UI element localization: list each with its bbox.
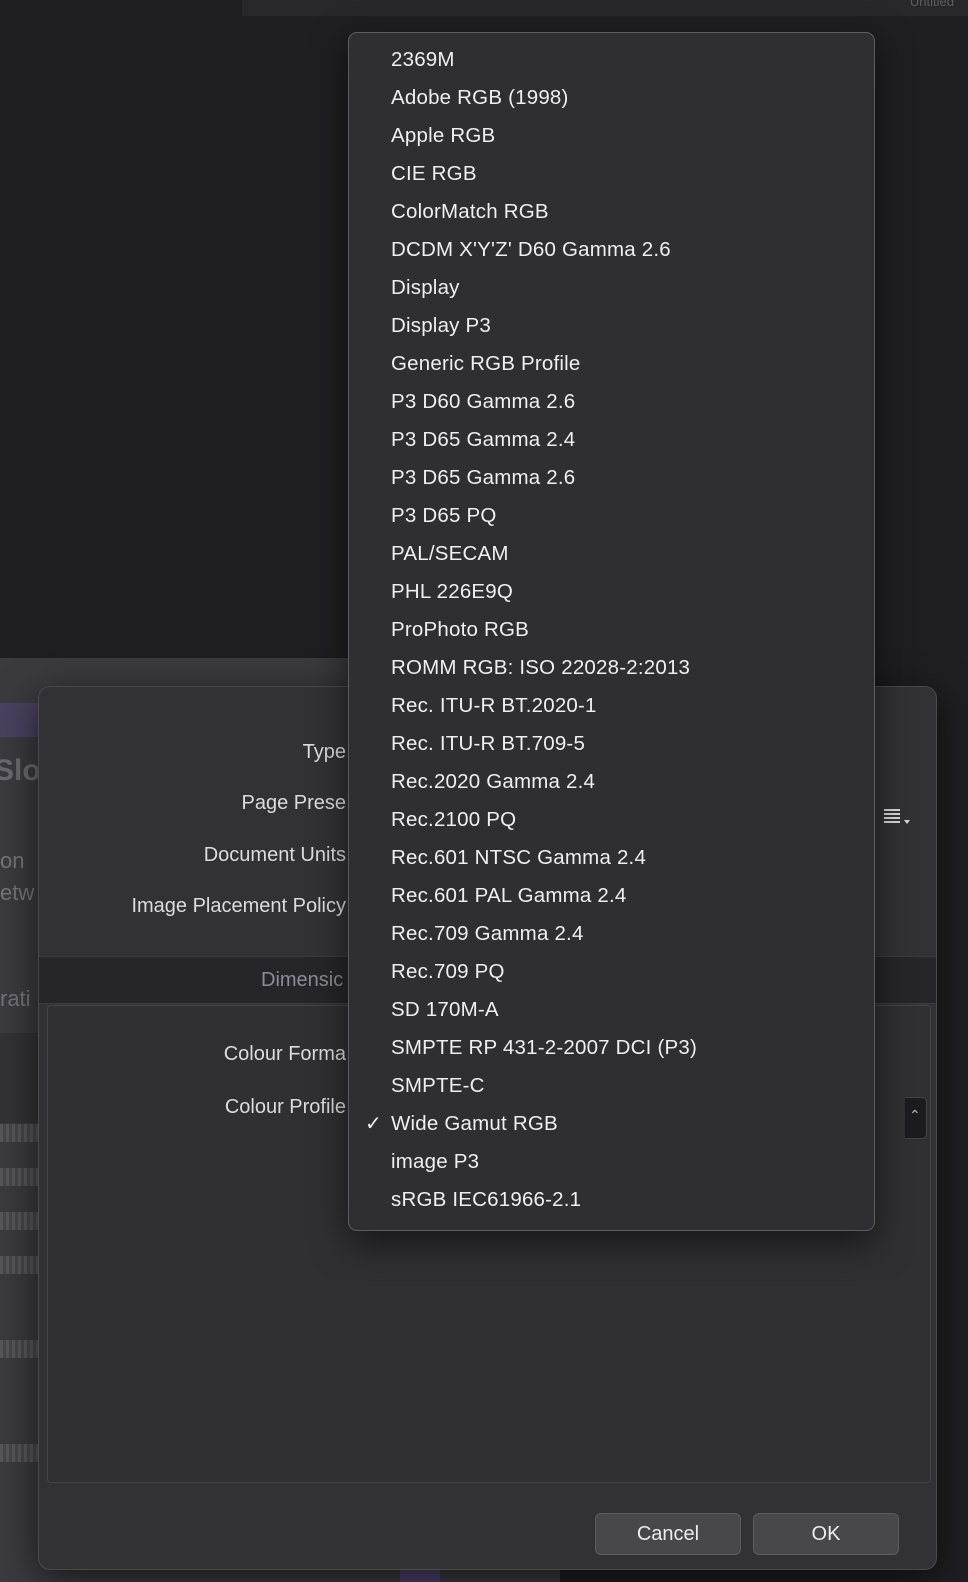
colour-profile-popup-edge[interactable]: ⌃ [905, 1097, 927, 1139]
menu-item[interactable]: SMPTE RP 431-2-2007 DCI (P3) [349, 1029, 874, 1067]
menu-item-label: ProPhoto RGB [391, 618, 529, 641]
background-band [0, 1033, 40, 1123]
page-preset-label: Page Prese [241, 792, 346, 814]
menu-item-label: Display P3 [391, 314, 491, 337]
menu-item[interactable]: PHL 226E9Q [349, 573, 874, 611]
menu-item-label: P3 D65 PQ [391, 504, 497, 527]
menu-item[interactable]: 2369M [349, 41, 874, 79]
menu-item[interactable]: P3 D65 Gamma 2.6 [349, 459, 874, 497]
menu-item-label: PHL 226E9Q [391, 580, 514, 603]
menu-item-label: CIE RGB [391, 162, 477, 185]
type-label: Type [302, 741, 346, 763]
menu-item-label: image P3 [391, 1150, 480, 1173]
colour-format-label: Colour Forma [223, 1043, 346, 1065]
menu-item-label: Rec. ITU-R BT.709-5 [391, 732, 586, 755]
menu-item[interactable]: sRGB IEC61966-2.1 [349, 1181, 874, 1219]
background-thumbnail [0, 1124, 38, 1142]
menu-item[interactable]: image P3 [349, 1143, 874, 1181]
background-text: rati [0, 986, 31, 1011]
menu-item[interactable]: P3 D60 Gamma 2.6 [349, 383, 874, 421]
chevron-updown-icon: ⌃ [909, 1107, 921, 1123]
document-units-label: Document Units [203, 844, 346, 866]
background-thumbnail [0, 1212, 38, 1230]
image-placement-policy-label: Image Placement Policy [131, 895, 346, 917]
menu-item-label: PAL/SECAM [391, 542, 509, 565]
colour-profile-label: Colour Profile [224, 1096, 346, 1118]
menu-item-label: Rec.2100 PQ [391, 808, 517, 831]
background-tab-highlight [0, 703, 40, 737]
background-thumbnail [0, 1256, 38, 1274]
background-text: on [0, 848, 25, 873]
menu-item-label: Adobe RGB (1998) [391, 86, 569, 109]
menu-item[interactable]: Apple RGB [349, 117, 874, 155]
menu-item-label: Rec.2020 Gamma 2.4 [391, 770, 596, 793]
menu-item-label: Rec.601 PAL Gamma 2.4 [391, 884, 627, 907]
menu-item-label: SMPTE-C [391, 1074, 485, 1097]
menu-item-label: Wide Gamut RGB [391, 1112, 558, 1135]
top-window-strip: Untitled [242, 0, 968, 16]
menu-item-label: P3 D65 Gamma 2.4 [391, 428, 576, 451]
menu-item[interactable]: Rec.601 NTSC Gamma 2.4 [349, 839, 874, 877]
menu-item[interactable]: ColorMatch RGB [349, 193, 874, 231]
menu-item-label: Rec. ITU-R BT.2020-1 [391, 694, 597, 717]
cancel-button[interactable]: Cancel [595, 1513, 741, 1555]
background-thumbnail [0, 1168, 38, 1186]
menu-item-label: Apple RGB [391, 124, 496, 147]
menu-item[interactable]: Rec.601 PAL Gamma 2.4 [349, 877, 874, 915]
menu-item-label: Rec.601 NTSC Gamma 2.4 [391, 846, 647, 869]
menu-item-label: ColorMatch RGB [391, 200, 549, 223]
menu-item-label: P3 D60 Gamma 2.6 [391, 390, 576, 413]
menu-item-label: ROMM RGB: ISO 22028-2:2013 [391, 656, 691, 679]
menu-item[interactable]: Rec.709 Gamma 2.4 [349, 915, 874, 953]
menu-item[interactable]: CIE RGB [349, 155, 874, 193]
menu-item[interactable]: DCDM X'Y'Z' D60 Gamma 2.6 [349, 231, 874, 269]
menu-item[interactable]: Rec. ITU-R BT.2020-1 [349, 687, 874, 725]
colour-profile-menu: 2369M Adobe RGB (1998) Apple RGB CIE RGB Col… [348, 32, 875, 1231]
background-thumbnail [0, 1444, 38, 1462]
background-text: etw [0, 880, 35, 905]
background-thumbnail [0, 1340, 38, 1358]
menu-item[interactable]: Rec.2020 Gamma 2.4 [349, 763, 874, 801]
menu-item-label: 2369M [391, 48, 455, 71]
menu-item[interactable]: SD 170M-A [349, 991, 874, 1029]
menu-item[interactable]: Adobe RGB (1998) [349, 79, 874, 117]
menu-item-label: P3 D65 Gamma 2.6 [391, 466, 576, 489]
menu-item[interactable]: Rec. ITU-R BT.709-5 [349, 725, 874, 763]
menu-item-label: SMPTE RP 431-2-2007 DCI (P3) [391, 1036, 698, 1059]
menu-item[interactable]: ProPhoto RGB [349, 611, 874, 649]
menu-item-label: Generic RGB Profile [391, 352, 581, 375]
menu-item[interactable]: ✓ Wide Gamut RGB [349, 1105, 874, 1143]
ok-button[interactable]: OK [753, 1513, 899, 1555]
list-view-icon[interactable] [884, 807, 914, 827]
menu-item[interactable]: Display P3 [349, 307, 874, 345]
menu-item[interactable]: P3 D65 PQ [349, 497, 874, 535]
menu-item[interactable]: Rec.709 PQ [349, 953, 874, 991]
menu-item[interactable]: SMPTE-C [349, 1067, 874, 1105]
menu-item[interactable]: Rec.2100 PQ [349, 801, 874, 839]
menu-item-label: sRGB IEC61966-2.1 [391, 1188, 582, 1211]
window-title: Untitled [909, 0, 954, 9]
menu-item-label: SD 170M-A [391, 998, 499, 1021]
menu-item-label: Rec.709 Gamma 2.4 [391, 922, 584, 945]
dimensions-tab[interactable]: Dimensic [261, 969, 343, 992]
menu-item-label: DCDM X'Y'Z' D60 Gamma 2.6 [391, 238, 671, 261]
menu-item-label: Display [391, 276, 460, 299]
menu-item[interactable]: ROMM RGB: ISO 22028-2:2013 [349, 649, 874, 687]
list-view-icon-glyph [884, 809, 910, 824]
menu-item[interactable]: Generic RGB Profile [349, 345, 874, 383]
checkmark-icon: ✓ [365, 1113, 382, 1135]
menu-item[interactable]: Display [349, 269, 874, 307]
menu-item-label: Rec.709 PQ [391, 960, 505, 983]
menu-item[interactable]: PAL/SECAM [349, 535, 874, 573]
menu-item[interactable]: P3 D65 Gamma 2.4 [349, 421, 874, 459]
